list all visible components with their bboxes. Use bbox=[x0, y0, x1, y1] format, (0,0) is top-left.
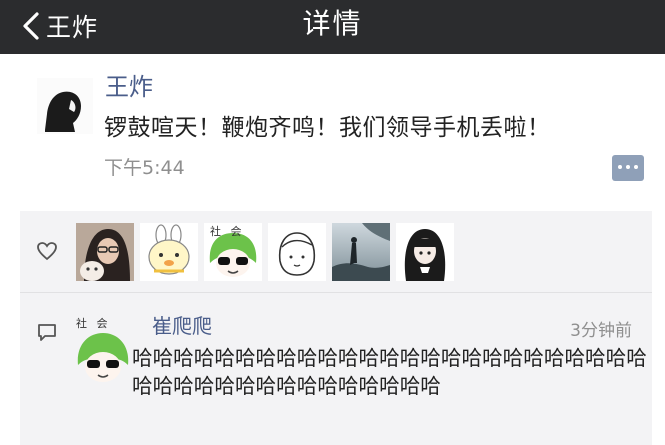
post-content: 锣鼓喧天！鞭炮齐鸣！我们领导手机丢啦！ bbox=[104, 115, 551, 141]
like-avatar-1[interactable] bbox=[76, 223, 134, 281]
heart-icon bbox=[37, 242, 57, 261]
like-avatar-3[interactable]: 社 会 bbox=[204, 223, 262, 281]
sticker-tag: 社 会 bbox=[210, 225, 245, 238]
commenter-avatar[interactable]: 社 会 bbox=[74, 315, 132, 385]
cartoon-rabbit-icon bbox=[140, 223, 198, 281]
interaction-panel: 社 会 社 会 崔爬爬 3分钟前 哈哈哈哈哈哈哈哈哈哈哈哈哈哈哈哈哈哈哈哈哈哈哈… bbox=[20, 211, 652, 445]
author-avatar[interactable] bbox=[37, 78, 93, 134]
girl-photo-icon bbox=[76, 223, 134, 281]
silhouette-avatar-icon bbox=[37, 78, 93, 134]
comment-time: 3分钟前 bbox=[570, 321, 632, 341]
like-avatar-2[interactable] bbox=[140, 223, 198, 281]
post-author[interactable]: 王炸 bbox=[105, 70, 153, 104]
green-hair-sticker-icon bbox=[77, 333, 129, 382]
more-dots-icon bbox=[612, 165, 644, 169]
line-drawing-face-icon bbox=[268, 223, 326, 281]
nav-bar: 王炸 详情 bbox=[0, 0, 665, 54]
anime-girl-icon bbox=[396, 223, 454, 281]
post-time: 下午5:44 bbox=[104, 157, 185, 179]
page-title: 详情 bbox=[302, 7, 363, 40]
like-avatar-5[interactable] bbox=[332, 223, 390, 281]
likes-row: 社 会 bbox=[20, 211, 652, 293]
silhouette-scene-icon bbox=[332, 223, 390, 281]
like-avatar-6[interactable] bbox=[396, 223, 454, 281]
like-avatar-4[interactable] bbox=[268, 223, 326, 281]
comment-text: 哈哈哈哈哈哈哈哈哈哈哈哈哈哈哈哈哈哈哈哈哈哈哈哈哈哈哈哈哈哈哈哈哈哈哈哈哈哈哈哈 bbox=[132, 346, 647, 398]
comment-action-button[interactable] bbox=[612, 155, 644, 181]
commenter-name[interactable]: 崔爬爬 bbox=[152, 311, 212, 341]
comment-bubble-icon bbox=[38, 324, 56, 341]
